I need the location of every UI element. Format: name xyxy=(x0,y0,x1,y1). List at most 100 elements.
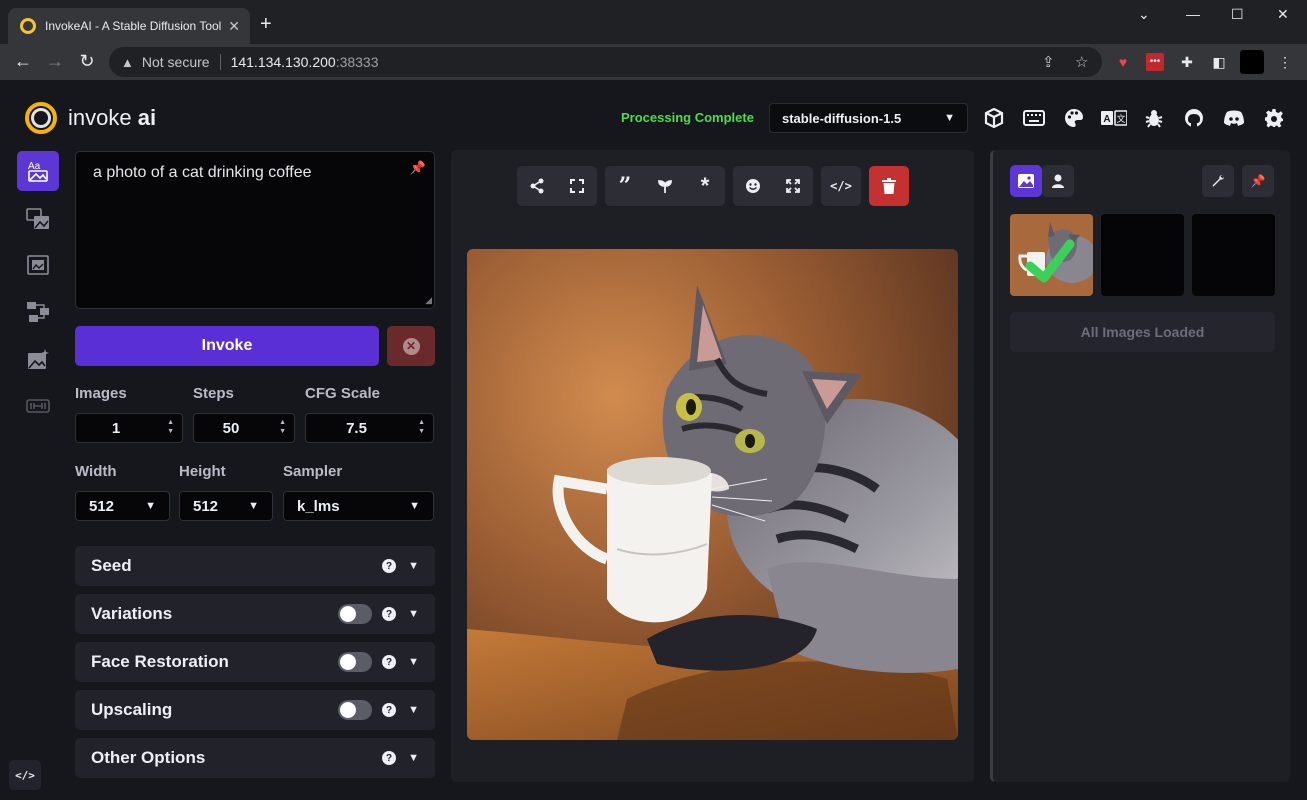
reload-icon[interactable]: ↻ xyxy=(76,51,98,71)
accordion-face-restoration[interactable]: Face Restoration ? ▼ xyxy=(75,642,435,682)
help-icon[interactable]: ? xyxy=(382,559,397,573)
warning-icon[interactable]: ▲ xyxy=(121,55,134,70)
image-to-image-icon xyxy=(26,208,49,229)
upscaling-toggle[interactable] xyxy=(338,700,373,720)
sampler-select[interactable]: k_lms ▼ xyxy=(283,491,434,521)
url-host: 141.134.130.200 xyxy=(230,54,336,70)
chevron-down-icon: ▼ xyxy=(408,752,419,764)
pin-icon: 📌 xyxy=(1250,174,1266,188)
prompt-input[interactable]: a photo of a cat drinking coffee 📌 ◢ xyxy=(75,151,435,309)
quote-icon[interactable]: ” xyxy=(605,166,645,206)
help-icon[interactable]: ? xyxy=(382,703,397,717)
chevron-down-icon: ▼ xyxy=(248,500,259,512)
share-icon[interactable]: ⇪ xyxy=(1042,53,1055,71)
invokeai-app: invoke ai Processing Complete stable-dif… xyxy=(0,80,1307,800)
images-value: 1 xyxy=(111,419,121,437)
fullscreen-icon[interactable] xyxy=(557,166,597,206)
sidebar-item-training[interactable] xyxy=(17,386,59,426)
accordion-variations[interactable]: Variations ? ▼ xyxy=(75,594,435,634)
extension-icon[interactable]: ••• xyxy=(1146,53,1164,71)
image-actions-group xyxy=(517,166,597,206)
accordion-other-options[interactable]: Other Options ? ▼ xyxy=(75,738,435,778)
code-icon[interactable]: </> xyxy=(821,166,861,206)
sidebar-item-image-to-image[interactable] xyxy=(17,199,59,239)
accordion-upscaling[interactable]: Upscaling ? ▼ xyxy=(75,690,435,730)
accordion-seed[interactable]: Seed ? ▼ xyxy=(75,546,435,586)
current-image[interactable] xyxy=(467,249,958,740)
new-tab-button[interactable]: + xyxy=(260,14,272,34)
asterisk-icon[interactable]: * xyxy=(685,166,725,206)
gallery-thumbnail[interactable] xyxy=(1010,214,1093,296)
github-icon[interactable] xyxy=(1183,107,1205,129)
gallery-thumbnail-empty[interactable] xyxy=(1192,214,1275,296)
pin-icon[interactable]: 📌 xyxy=(410,160,426,176)
resize-handle[interactable]: ◢ xyxy=(425,295,432,306)
sidebar-item-nodes[interactable] xyxy=(17,292,59,332)
model-select-value: stable-diffusion-1.5 xyxy=(782,110,902,126)
close-tab-icon[interactable]: ✕ xyxy=(228,18,240,35)
face-restore-icon[interactable] xyxy=(733,166,773,206)
close-window-button[interactable]: ✕ xyxy=(1277,6,1289,23)
back-icon[interactable]: ← xyxy=(12,51,34,71)
help-icon[interactable]: ? xyxy=(382,607,397,621)
cfg-scale-stepper[interactable]: 7.5 ▲ ▼ xyxy=(305,413,434,443)
help-icon[interactable]: ? xyxy=(382,751,397,765)
nodes-icon xyxy=(27,302,49,322)
gallery-tab-images[interactable] xyxy=(1010,165,1042,197)
maximize-button[interactable]: ☐ xyxy=(1231,6,1244,23)
avatar[interactable] xyxy=(1240,50,1264,74)
width-select[interactable]: 512 ▼ xyxy=(75,491,170,521)
images-stepper[interactable]: 1 ▲ ▼ xyxy=(75,413,183,443)
address-bar[interactable]: ▲ Not secure 141.134.130.200 :38333 ⇪ ☆ xyxy=(109,47,1102,77)
model-manager-icon[interactable] xyxy=(983,107,1005,129)
cancel-button[interactable]: ✕ xyxy=(387,326,435,366)
minimize-button[interactable]: — xyxy=(1186,6,1200,22)
discord-icon[interactable] xyxy=(1223,107,1245,129)
variations-toggle[interactable] xyxy=(338,604,373,624)
current-image-panel: ” * </> xyxy=(451,150,974,782)
menu-icon[interactable]: ⋮ xyxy=(1276,53,1294,71)
security-label: Not secure xyxy=(141,54,210,70)
pocket-icon[interactable]: ♥ xyxy=(1114,53,1132,71)
tab-title: InvokeAI - A Stable Diffusion Toolkit xyxy=(45,19,223,33)
steps-stepper[interactable]: 50 ▲ ▼ xyxy=(193,413,295,443)
puzzle-icon[interactable]: ✚ xyxy=(1178,53,1196,71)
stepper-arrows-icon[interactable]: ▲ ▼ xyxy=(279,418,286,436)
help-icon[interactable]: ? xyxy=(382,655,397,669)
share-icon[interactable] xyxy=(517,166,557,206)
sidebar-item-unified-canvas[interactable] xyxy=(17,245,59,285)
sidebar-item-postprocessing[interactable] xyxy=(17,340,59,380)
forward-icon[interactable]: → xyxy=(44,51,66,71)
stepper-arrows-icon[interactable]: ▲ ▼ xyxy=(418,418,425,436)
face-restoration-toggle[interactable] xyxy=(338,652,373,672)
height-label: Height xyxy=(179,463,226,480)
chevron-down-icon: ▼ xyxy=(408,560,419,572)
gallery-pin-button[interactable]: 📌 xyxy=(1242,165,1274,197)
gallery-tab-user[interactable] xyxy=(1042,165,1074,197)
invoke-button[interactable]: Invoke xyxy=(75,326,379,366)
postprocess-group xyxy=(733,166,813,206)
sidebar-item-text-to-image[interactable]: Aa xyxy=(17,151,59,191)
settings-icon[interactable] xyxy=(1263,107,1285,129)
wrench-icon xyxy=(1212,175,1224,187)
bug-report-icon[interactable] xyxy=(1143,107,1165,129)
chevron-down-icon: ▼ xyxy=(408,704,419,716)
browser-tabstrip: InvokeAI - A Stable Diffusion Toolkit ✕ … xyxy=(0,0,1307,44)
url-port: :38333 xyxy=(335,54,379,70)
gallery-settings-button[interactable] xyxy=(1202,165,1234,197)
language-icon[interactable]: A文 xyxy=(1101,107,1127,129)
model-select[interactable]: stable-diffusion-1.5 ▼ xyxy=(769,103,968,133)
sidepanel-icon[interactable]: ◧ xyxy=(1210,53,1228,71)
star-icon[interactable]: ☆ xyxy=(1075,53,1088,71)
trash-icon[interactable] xyxy=(869,166,909,206)
gallery-thumbnail-empty[interactable] xyxy=(1101,214,1184,296)
hotkeys-icon[interactable] xyxy=(1023,107,1045,129)
console-toggle-button[interactable]: </> xyxy=(9,760,41,790)
chevron-down-icon[interactable]: ⌄ xyxy=(1138,6,1150,23)
seed-icon[interactable] xyxy=(645,166,685,206)
upscale-icon[interactable] xyxy=(773,166,813,206)
stepper-arrows-icon[interactable]: ▲ ▼ xyxy=(167,418,174,436)
theme-icon[interactable] xyxy=(1063,107,1085,129)
browser-tab[interactable]: InvokeAI - A Stable Diffusion Toolkit ✕ xyxy=(8,8,250,44)
height-select[interactable]: 512 ▼ xyxy=(179,491,273,521)
